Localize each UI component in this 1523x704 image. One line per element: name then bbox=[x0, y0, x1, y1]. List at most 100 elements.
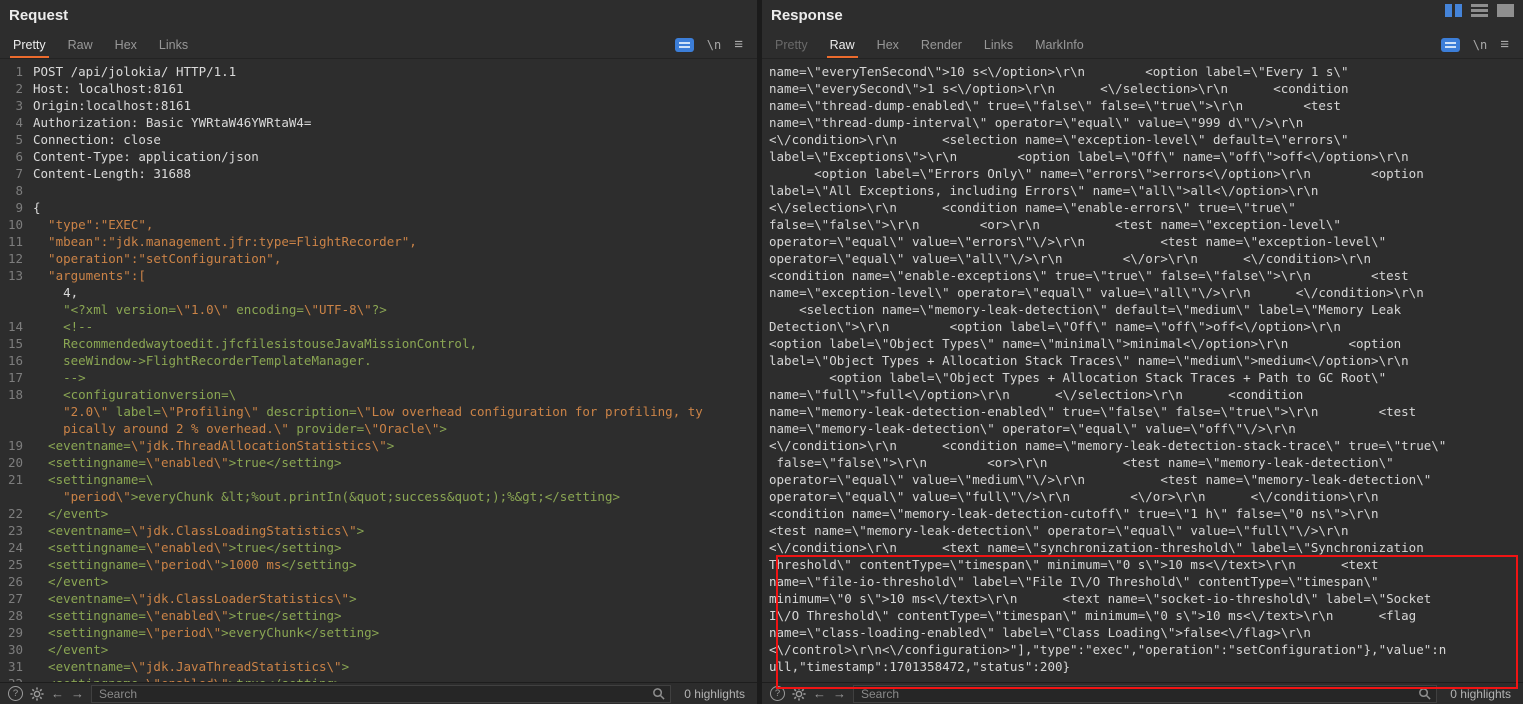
request-search-field bbox=[91, 685, 671, 703]
response-code-line: name=\"file-io-threshold\" label=\"File … bbox=[762, 573, 1523, 590]
search-settings-gear-icon[interactable] bbox=[792, 687, 806, 701]
request-code-line: 4, bbox=[0, 284, 757, 301]
response-code-line: <\/condition>\r\n <condition name=\"memo… bbox=[762, 437, 1523, 454]
newline-toggle-icon[interactable]: \n bbox=[1473, 38, 1487, 52]
response-code-line: <\/condition>\r\n <text name=\"synchroni… bbox=[762, 539, 1523, 556]
tab-pretty[interactable]: Pretty bbox=[2, 31, 57, 58]
response-code-line: operator=\"equal\" value=\"all\"\/>\r\n … bbox=[762, 250, 1523, 267]
tab-links[interactable]: Links bbox=[148, 31, 199, 58]
response-code-line: name=\"everyTenSecond\">10 s<\/option>\r… bbox=[762, 63, 1523, 80]
request-code-line: 5Connection: close bbox=[0, 131, 757, 148]
previous-match-button[interactable]: ← bbox=[813, 687, 826, 700]
request-code-line: "period\">everyChunk &lt;%out.printIn(&q… bbox=[0, 488, 757, 505]
response-code-line: name=\"memory-leak-detection-enabled\" t… bbox=[762, 403, 1523, 420]
tab-hex[interactable]: Hex bbox=[866, 31, 910, 58]
request-code-line: 10 "type":"EXEC", bbox=[0, 216, 757, 233]
response-search-bar: ? ← → 0 highlights bbox=[762, 682, 1523, 704]
request-code-line: 17 --> bbox=[0, 369, 757, 386]
editor-menu-icon[interactable]: ≡ bbox=[1500, 37, 1509, 52]
response-code-line: name=\"exception-level\" operator=\"equa… bbox=[762, 284, 1523, 301]
request-code-line: 25 <settingname=\"period\">1000 ms</sett… bbox=[0, 556, 757, 573]
request-search-bar: ? ← → 0 highlights bbox=[0, 682, 757, 704]
layout-single-button[interactable] bbox=[1497, 4, 1514, 17]
burp-message-editor: Request PrettyRawHexLinks \n ≡ 1POST /ap… bbox=[0, 0, 1523, 704]
request-code-line: 23 <eventname=\"jdk.ClassLoadingStatisti… bbox=[0, 522, 757, 539]
search-settings-gear-icon[interactable] bbox=[30, 687, 44, 701]
request-code-line: 22 </event> bbox=[0, 505, 757, 522]
response-code-line: <\/condition>\r\n <selection name=\"exce… bbox=[762, 131, 1523, 148]
request-code-line: 14 <!-- bbox=[0, 318, 757, 335]
response-code-line: <selection name=\"memory-leak-detection\… bbox=[762, 301, 1523, 318]
request-code-line: 19 <eventname=\"jdk.ThreadAllocationStat… bbox=[0, 437, 757, 454]
layout-controls bbox=[1445, 4, 1514, 17]
response-editor[interactable]: name=\"everyTenSecond\">10 s<\/option>\r… bbox=[762, 59, 1523, 682]
request-code-line: 13 "arguments":[ bbox=[0, 267, 757, 284]
response-code-line: label=\"Object Types + Allocation Stack … bbox=[762, 352, 1523, 369]
layout-columns-button[interactable] bbox=[1445, 4, 1462, 17]
magnifier-icon bbox=[1418, 687, 1431, 700]
tab-raw[interactable]: Raw bbox=[819, 31, 866, 58]
previous-match-button[interactable]: ← bbox=[51, 687, 64, 700]
request-code-line: 21 <settingname=\ bbox=[0, 471, 757, 488]
request-code-line: 26 </event> bbox=[0, 573, 757, 590]
request-code-line: 8 bbox=[0, 182, 757, 199]
response-code-line: <option label=\"Object Types\" name=\"mi… bbox=[762, 335, 1523, 352]
response-code-line: label=\"All Exceptions, including Errors… bbox=[762, 182, 1523, 199]
response-code-line: I\/O Threshold\" contentType=\"timespan\… bbox=[762, 607, 1523, 624]
request-code-line: "<?xml version=\"1.0\" encoding=\"UTF-8\… bbox=[0, 301, 757, 318]
request-code-line: 2Host: localhost:8161 bbox=[0, 80, 757, 97]
request-code-line: 24 <settingname=\"enabled\">true</settin… bbox=[0, 539, 757, 556]
request-code: 1POST /api/jolokia/ HTTP/1.12Host: local… bbox=[0, 63, 757, 682]
request-panel: Request PrettyRawHexLinks \n ≡ 1POST /ap… bbox=[0, 0, 757, 704]
request-code-line: 27 <eventname=\"jdk.ClassLoaderStatistic… bbox=[0, 590, 757, 607]
response-code-line: <test name=\"memory-leak-detection\" ope… bbox=[762, 522, 1523, 539]
response-code-line: <\/control>\r\n<\/configuration>"],"type… bbox=[762, 641, 1523, 658]
tab-hex[interactable]: Hex bbox=[104, 31, 148, 58]
request-code-line: 1POST /api/jolokia/ HTTP/1.1 bbox=[0, 63, 757, 80]
request-code-line: 20 <settingname=\"enabled\">true</settin… bbox=[0, 454, 757, 471]
editor-menu-icon[interactable]: ≡ bbox=[734, 37, 743, 52]
response-code-line: <\/selection>\r\n <condition name=\"enab… bbox=[762, 199, 1523, 216]
layout-rows-button[interactable] bbox=[1471, 4, 1488, 17]
request-code-line: 9{ bbox=[0, 199, 757, 216]
request-code-line: 28 <settingname=\"enabled\">true</settin… bbox=[0, 607, 757, 624]
response-code-line: name=\"full\">full<\/option>\r\n <\/sele… bbox=[762, 386, 1523, 403]
format-toggle-icon[interactable] bbox=[1441, 38, 1460, 52]
request-code-line: 29 <settingname=\"period\">everyChunk</s… bbox=[0, 624, 757, 641]
search-input[interactable] bbox=[859, 686, 1413, 702]
newline-toggle-icon[interactable]: \n bbox=[707, 38, 721, 52]
tab-raw[interactable]: Raw bbox=[57, 31, 104, 58]
request-code-line: 11 "mbean":"jdk.management.jfr:type=Flig… bbox=[0, 233, 757, 250]
next-match-button[interactable]: → bbox=[833, 687, 846, 700]
next-match-button[interactable]: → bbox=[71, 687, 84, 700]
request-code-line: 15 Recommendedwaytoedit.jfcfilesistouseJ… bbox=[0, 335, 757, 352]
response-search-field bbox=[853, 685, 1437, 703]
response-code-line: ull,"timestamp":1701358472,"status":200} bbox=[762, 658, 1523, 675]
response-code-line: minimum=\"0 s\">10 ms<\/text>\r\n <text … bbox=[762, 590, 1523, 607]
response-code: name=\"everyTenSecond\">10 s<\/option>\r… bbox=[762, 63, 1523, 675]
response-panel: Response PrettyRawHexRenderLinksMarkInfo… bbox=[762, 0, 1523, 704]
help-icon[interactable]: ? bbox=[8, 686, 23, 701]
request-tab-tools: \n ≡ bbox=[675, 37, 755, 52]
response-code-line: name=\"class-loading-enabled\" label=\"C… bbox=[762, 624, 1523, 641]
tab-pretty[interactable]: Pretty bbox=[764, 31, 819, 58]
request-code-line: 12 "operation":"setConfiguration", bbox=[0, 250, 757, 267]
response-header: Response bbox=[762, 0, 1523, 31]
request-code-line: 7Content-Length: 31688 bbox=[0, 165, 757, 182]
highlight-count: 0 highlights bbox=[678, 687, 749, 701]
tab-markinfo[interactable]: MarkInfo bbox=[1024, 31, 1095, 58]
magnifier-icon bbox=[652, 687, 665, 700]
tab-links[interactable]: Links bbox=[973, 31, 1024, 58]
request-code-line: 31 <eventname=\"jdk.JavaThreadStatistics… bbox=[0, 658, 757, 675]
request-code-line: 16 seeWindow->FlightRecorderTemplateMana… bbox=[0, 352, 757, 369]
format-toggle-icon[interactable] bbox=[675, 38, 694, 52]
response-code-line: false=\"false\">\r\n <or>\r\n <test name… bbox=[762, 216, 1523, 233]
response-code-line: name=\"memory-leak-detection\" operator=… bbox=[762, 420, 1523, 437]
help-icon[interactable]: ? bbox=[770, 686, 785, 701]
response-tab-tools: \n ≡ bbox=[1441, 37, 1521, 52]
request-editor[interactable]: 1POST /api/jolokia/ HTTP/1.12Host: local… bbox=[0, 59, 757, 682]
request-code-line: 32 <settingname=\"enabled\">true</settin… bbox=[0, 675, 757, 682]
tab-render[interactable]: Render bbox=[910, 31, 973, 58]
search-input[interactable] bbox=[97, 686, 647, 702]
highlight-count: 0 highlights bbox=[1444, 687, 1515, 701]
